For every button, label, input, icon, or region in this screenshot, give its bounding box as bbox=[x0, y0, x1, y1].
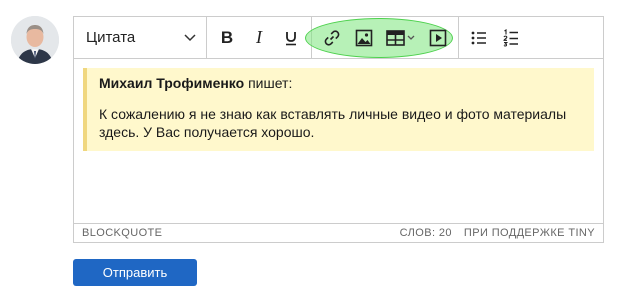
insert-image-button[interactable] bbox=[348, 23, 380, 53]
bullet-list-icon bbox=[471, 30, 487, 46]
powered-by-link[interactable]: ПРИ ПОДДЕРЖКЕ TINY bbox=[464, 227, 595, 239]
numbered-list-icon bbox=[503, 28, 519, 47]
chevron-down-icon bbox=[184, 29, 196, 47]
list-group bbox=[459, 17, 531, 58]
italic-button[interactable]: I bbox=[243, 23, 275, 53]
media-play-icon bbox=[429, 29, 447, 47]
user-avatar bbox=[11, 16, 59, 64]
editor-content-area[interactable]: Михаил Трофименко пишет: К сожалению я н… bbox=[74, 60, 603, 224]
link-icon bbox=[323, 29, 341, 47]
image-icon bbox=[355, 29, 373, 47]
editor-statusbar: BLOCKQUOTE СЛОВ: 20 ПРИ ПОДДЕРЖКЕ TINY bbox=[74, 223, 603, 242]
insert-table-button[interactable] bbox=[380, 23, 422, 53]
editor-toolbar: Цитата B I bbox=[74, 17, 603, 59]
bullet-list-button[interactable] bbox=[463, 23, 495, 53]
submit-button[interactable]: Отправить bbox=[73, 259, 197, 286]
block-format-select[interactable]: Цитата bbox=[74, 17, 207, 58]
avatar-image bbox=[11, 16, 59, 64]
element-path[interactable]: BLOCKQUOTE bbox=[82, 227, 162, 239]
blockquote: Михаил Трофименко пишет: К сожалению я н… bbox=[83, 68, 594, 151]
underline-button[interactable] bbox=[275, 23, 307, 53]
insert-media-button[interactable] bbox=[422, 23, 454, 53]
quote-author: Михаил Трофименко bbox=[99, 75, 245, 91]
word-count: СЛОВ: 20 bbox=[399, 227, 452, 239]
rich-text-editor: Цитата B I Михаил Трофименко пишет: К со… bbox=[73, 16, 604, 243]
quote-author-suffix: пишет: bbox=[244, 75, 293, 91]
table-icon bbox=[386, 29, 416, 46]
insert-link-button[interactable] bbox=[316, 23, 348, 53]
numbered-list-button[interactable] bbox=[495, 23, 527, 53]
bold-button[interactable]: B bbox=[211, 23, 243, 53]
statusbar-right: СЛОВ: 20 ПРИ ПОДДЕРЖКЕ TINY bbox=[400, 227, 595, 239]
quote-text: К сожалению я не знаю как вставлять личн… bbox=[99, 106, 567, 140]
block-format-value: Цитата bbox=[86, 29, 136, 46]
underline-icon bbox=[284, 30, 298, 46]
quote-attribution: Михаил Трофименко пишет: bbox=[99, 74, 580, 92]
text-format-group: B I bbox=[207, 17, 312, 58]
insert-group bbox=[312, 17, 459, 58]
